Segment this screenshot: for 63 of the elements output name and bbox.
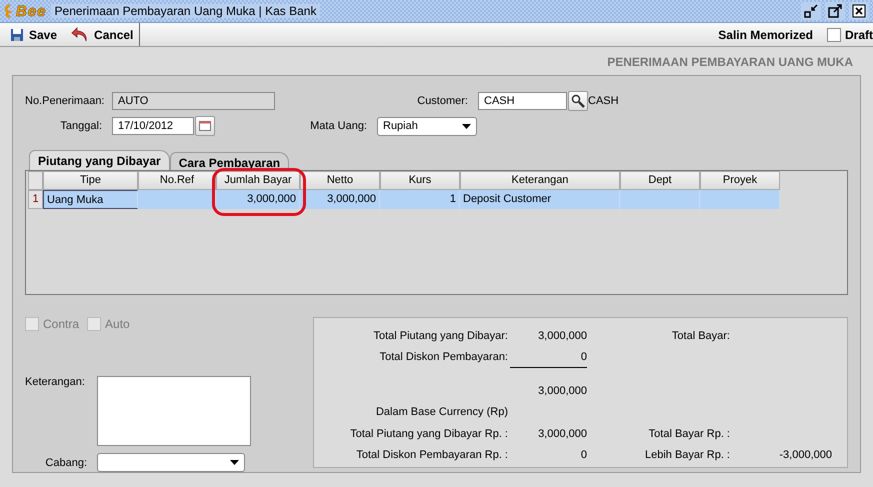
- notes-field[interactable]: [97, 376, 251, 446]
- summary-value: -3,000,000: [778, 448, 832, 463]
- field-label: Cabang:: [44, 456, 88, 468]
- table-cell: Deposit Customer: [460, 190, 620, 209]
- summary-value: 3,000,000: [537, 384, 587, 399]
- summary-label: Total Bayar:: [670, 329, 731, 344]
- column-header[interactable]: Netto: [300, 170, 380, 190]
- field-label: Customer:: [416, 94, 469, 107]
- branch-dropdown[interactable]: [97, 453, 245, 472]
- cancel-button[interactable]: Cancel: [71, 27, 134, 42]
- row-number: 1: [28, 190, 43, 209]
- summary-label: Total Diskon Pembayaran Rp. :: [355, 448, 509, 463]
- close-button[interactable]: [849, 2, 869, 20]
- summary-value: 3,000,000: [537, 427, 587, 442]
- column-header[interactable]: Jumlah Bayar: [216, 170, 300, 190]
- summary-value: 3,000,000: [537, 329, 587, 344]
- tab[interactable]: Piutang yang Dibayar: [29, 150, 170, 170]
- field-label: No.Penerimaan:: [25, 94, 106, 107]
- summary-label: Total Bayar Rp. :: [648, 427, 731, 442]
- column-header[interactable]: Keterangan: [460, 170, 620, 190]
- column-header[interactable]: Proyek: [700, 170, 780, 190]
- window-title: Penerimaan Pembayaran Uang Muka | Kas Bank: [50, 4, 320, 18]
- column-header[interactable]: Kurs: [380, 170, 460, 190]
- calendar-icon: [199, 121, 211, 132]
- summary-value: 0: [510, 347, 587, 368]
- tab[interactable]: Cara Pembayaran: [170, 152, 290, 170]
- caret-icon: [462, 124, 471, 129]
- input-field[interactable]: CASH: [478, 92, 567, 110]
- column-header[interactable]: Dept: [620, 170, 700, 190]
- search-button[interactable]: [568, 90, 588, 111]
- summary-label: Lebih Bayar Rp. :: [644, 448, 731, 463]
- column-header[interactable]: No.Ref: [138, 170, 216, 190]
- summary-label: Total Piutang yang Dibayar Rp. :: [349, 427, 509, 442]
- date-field[interactable]: 17/10/2012: [112, 117, 194, 136]
- currency-dropdown[interactable]: Rupiah: [377, 116, 477, 136]
- draft-checkbox[interactable]: [826, 28, 841, 42]
- table-cell: 3,000,000: [216, 190, 300, 209]
- table-cell: 1: [380, 190, 460, 209]
- summary-label: Dalam Base Currency (Rp): [374, 405, 509, 420]
- summary-value: 0: [580, 448, 587, 463]
- column-header[interactable]: Tipe: [43, 170, 138, 190]
- maximize-button[interactable]: [825, 2, 845, 20]
- caret-icon: [230, 460, 239, 465]
- field-label: Keterangan:: [25, 376, 86, 390]
- save-button[interactable]: Save: [10, 28, 58, 42]
- calendar-button[interactable]: [195, 116, 215, 136]
- checkbox-label: Auto: [105, 317, 130, 331]
- draft-label: Draft: [844, 28, 873, 42]
- summary-label: Total Diskon Pembayaran:: [378, 350, 509, 365]
- undo-arrow-icon: [71, 27, 90, 42]
- form-heading: PENERIMAAN PEMBAYARAN UANG MUKA: [607, 55, 853, 69]
- checkbox-label: Contra: [43, 317, 80, 331]
- restore-button[interactable]: [801, 2, 821, 20]
- table-cell: 3,000,000: [300, 190, 380, 209]
- input-field[interactable]: AUTO: [112, 92, 275, 110]
- swirl-icon: [4, 4, 12, 18]
- field-label: Mata Uang:: [309, 120, 368, 132]
- field-label: Tanggal:: [59, 120, 103, 132]
- table-cell: Uang Muka: [43, 190, 138, 209]
- app-logo: Bee: [16, 2, 47, 20]
- customer-name: CASH: [588, 94, 619, 107]
- salin-memorized-label: Salin Memorized: [718, 28, 813, 42]
- summary-label: Total Piutang yang Dibayar:: [372, 329, 509, 344]
